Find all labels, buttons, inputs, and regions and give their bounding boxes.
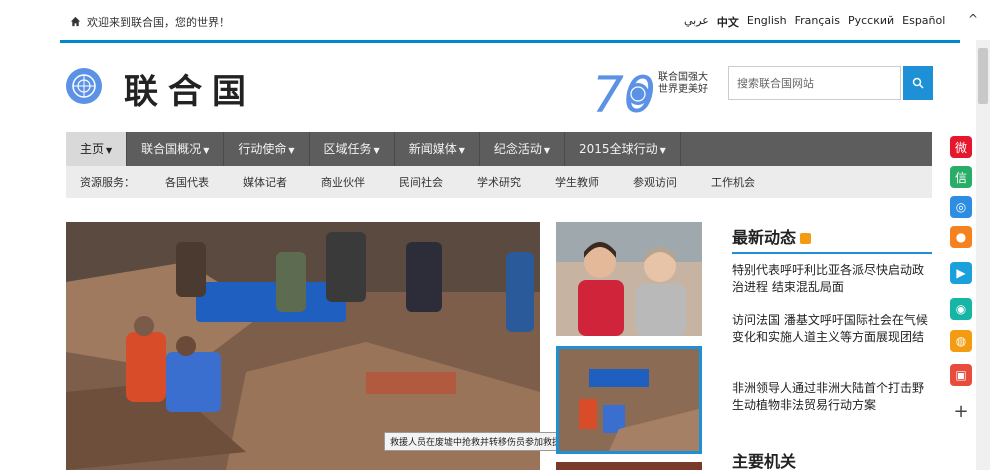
resource-nav-label: 资源服务： [80,176,135,189]
wechat-icon[interactable]: 信 [950,166,972,188]
nav-label: 联合国概况 [141,142,202,156]
news-thumbnail-3[interactable] [556,462,702,470]
main-organs-heading: 主要机关 [732,452,797,471]
news-divider [732,252,932,254]
more-icon[interactable]: + [950,400,972,422]
resource-link-civil-society[interactable]: 民间社会 [399,174,443,190]
nav-label: 区域任务 [323,142,372,156]
video-icon[interactable]: ▣ [950,364,972,386]
caret-down-icon: ▼ [106,146,113,155]
nav-label: 纪念活动 [493,142,542,156]
news-thumbnail-1[interactable] [556,222,702,336]
search-icon [912,77,924,89]
caret-down-icon: ▼ [543,146,551,155]
weibo-icon[interactable]: 微 [950,136,972,158]
language-switcher: عربي 中文 English Français Русский Español [684,14,945,30]
nav-item-regional[interactable]: 区域任务 ▼ [310,132,395,166]
un70-slogan: 联合国强大 世界更美好 [658,72,708,95]
lang-french[interactable]: Français [795,14,840,30]
search-box [728,66,905,100]
caret-down-icon: ▼ [288,146,295,155]
welcome-label: 欢迎来到联合国，您的世界！ [87,16,230,29]
resource-link-media[interactable]: 媒体记者 [243,174,287,190]
nav-item-home[interactable]: 主页 ▼ [66,132,128,166]
header-divider [60,40,960,43]
welcome-text: 欢迎来到联合国，您的世界！ [70,14,230,30]
news-item[interactable]: 访问法国 潘基文呼吁国际社会在气候变化和实施人道主义等方面展现团结 [732,312,930,346]
lang-russian[interactable]: Русский [848,14,894,30]
search-button[interactable] [903,66,933,100]
home-icon[interactable] [70,16,81,27]
top-bar: 欢迎来到联合国，您的世界！ عربي 中文 English Français Р… [0,0,990,40]
lang-chinese[interactable]: 中文 [717,14,739,30]
nav-label: 行动使命 [238,142,287,156]
resource-link-jobs[interactable]: 工作机会 [711,174,755,190]
lang-arabic[interactable]: عربي [684,14,709,30]
resource-link-member-states[interactable]: 各国代表 [165,174,209,190]
nav-label: 2015全球行动 [579,142,658,156]
rss-icon[interactable] [800,233,812,244]
nav-item-2015-action[interactable]: 2015全球行动 ▼ [565,132,681,166]
scrollbar-thumb[interactable] [978,48,988,104]
lang-spanish[interactable]: Español [902,14,945,30]
orange-app-icon[interactable]: ● [950,226,972,248]
latest-news-heading: 最新动态 [732,224,812,248]
caret-down-icon: ▼ [659,146,666,155]
compass-icon[interactable]: ◎ [950,196,972,218]
un-emblem-icon[interactable] [66,68,102,104]
nav-label: 主页 [80,142,105,156]
resource-nav: 资源服务： 各国代表 媒体记者 商业伙伴 民间社会 学术研究 学生教师 参观访问… [66,166,932,198]
nav-item-about[interactable]: 联合国概况 ▼ [127,132,225,166]
news-thumbnail-2-selected[interactable] [556,346,702,454]
lang-english[interactable]: English [747,14,787,30]
scroll-up-icon[interactable]: ^ [968,12,978,26]
resource-link-business[interactable]: 商业伙伴 [321,174,365,190]
search-input[interactable] [729,67,905,99]
nav-item-mission[interactable]: 行动使命 ▼ [224,132,310,166]
caret-down-icon: ▼ [373,146,380,155]
resource-link-visitors[interactable]: 参观访问 [633,174,677,190]
site-title[interactable]: 联合国 [124,64,256,113]
circle-app-icon[interactable]: ◍ [950,330,972,352]
latest-news-title: 最新动态 [732,228,797,247]
caret-down-icon: ▼ [458,146,465,155]
news-item[interactable]: 特别代表呼吁利比亚各派尽快启动政治进程 结束混乱局面 [732,262,930,296]
nav-label: 新闻媒体 [408,142,457,156]
un70-logo: 70 [592,66,662,124]
caret-down-icon: ▼ [203,146,210,155]
location-icon[interactable]: ◉ [950,298,972,320]
nav-item-events[interactable]: 纪念活动 ▼ [480,132,566,166]
play-icon[interactable]: ▶ [950,262,972,284]
news-item[interactable]: 非洲领导人通过非洲大陆首个打击野生动植物非法贸易行动方案 [732,380,930,414]
resource-link-academia[interactable]: 学术研究 [477,174,521,190]
main-nav: 主页 ▼ 联合国概况 ▼ 行动使命 ▼ 区域任务 ▼ 新闻媒体 ▼ 纪念活动 ▼ 2015全… [66,132,932,166]
resource-link-students[interactable]: 学生教师 [555,174,599,190]
scrollbar[interactable] [976,40,990,470]
nav-item-news[interactable]: 新闻媒体 ▼ [395,132,480,166]
